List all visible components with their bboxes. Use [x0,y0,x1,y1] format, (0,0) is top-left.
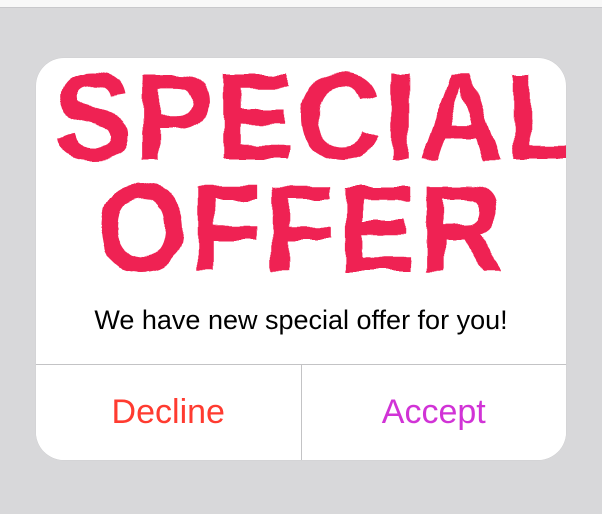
alert-dialog: SPECIAL OFFER We have new special offer … [36,58,566,459]
headline-line-2: OFFER [54,171,548,289]
dialog-button-row: Decline Accept [36,364,566,460]
decline-button-label: Decline [112,393,225,432]
promo-headline: SPECIAL OFFER [54,58,548,288]
decline-button[interactable]: Decline [36,365,301,460]
accept-button-label: Accept [382,393,486,432]
accept-button[interactable]: Accept [301,365,567,460]
dialog-body: SPECIAL OFFER We have new special offer … [36,58,566,363]
dialog-subtitle: We have new special offer for you! [54,305,548,336]
status-bar-edge [0,0,602,8]
